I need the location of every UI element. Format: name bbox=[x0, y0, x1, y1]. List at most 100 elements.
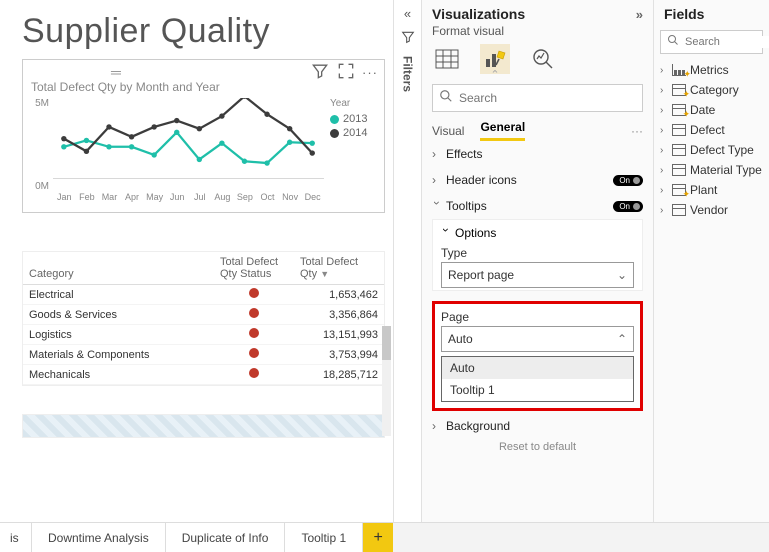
page-select-dropdown: Auto Tooltip 1 bbox=[441, 356, 634, 402]
field-table[interactable]: › ✦ Plant bbox=[660, 180, 763, 200]
x-tick: Sep bbox=[234, 192, 257, 206]
page-option[interactable]: Tooltip 1 bbox=[442, 379, 633, 401]
section-effects[interactable]: › Effects bbox=[422, 141, 653, 167]
type-select[interactable]: Report page⌄ bbox=[441, 262, 634, 288]
table-icon bbox=[672, 204, 686, 216]
chevron-right-icon: › bbox=[660, 205, 668, 216]
focus-mode-icon[interactable] bbox=[336, 61, 356, 84]
table-icon: ✦ bbox=[672, 104, 686, 116]
format-visual-label: Format visual bbox=[422, 24, 653, 42]
status-dot-icon bbox=[249, 328, 259, 338]
table-icon: ✦ bbox=[672, 184, 686, 196]
section-background[interactable]: › Background bbox=[422, 415, 653, 439]
field-label: Material Type bbox=[690, 163, 762, 177]
filter-icon[interactable] bbox=[310, 61, 330, 84]
field-table[interactable]: ›✦Date bbox=[660, 100, 763, 120]
tab-more-icon[interactable]: ··· bbox=[631, 124, 643, 138]
page-option[interactable]: Auto bbox=[442, 357, 633, 379]
x-tick: Aug bbox=[211, 192, 234, 206]
section-tooltips[interactable]: › Tooltips On bbox=[422, 193, 653, 219]
page-title: Supplier Quality bbox=[22, 12, 385, 51]
options-header[interactable]: ›Options bbox=[441, 226, 634, 240]
x-tick: Oct bbox=[256, 192, 279, 206]
analytics-icon[interactable] bbox=[528, 44, 558, 74]
status-dot-icon bbox=[249, 368, 259, 378]
page-tab[interactable]: Tooltip 1 bbox=[285, 523, 363, 552]
status-dot-icon bbox=[249, 288, 259, 298]
legend-item[interactable]: 2014 bbox=[330, 127, 378, 139]
field-table[interactable]: ›Defect bbox=[660, 120, 763, 140]
table-row[interactable]: Mechanicals18,285,712 bbox=[23, 365, 384, 385]
filters-pane-collapsed: « Filters bbox=[393, 0, 421, 522]
chevron-right-icon: › bbox=[660, 185, 668, 196]
visualizations-pane: Visualizations » Format visual ⌃ Visual … bbox=[421, 0, 653, 522]
page-tab[interactable]: Duplicate of Info bbox=[166, 523, 286, 552]
page-select-highlight: Page Auto⌃ Auto Tooltip 1 bbox=[432, 301, 643, 411]
col-status[interactable]: Total Defect Qty Status bbox=[214, 252, 294, 285]
table-row[interactable]: Logistics13,151,993 bbox=[23, 325, 384, 345]
table-icon bbox=[672, 124, 686, 136]
fields-pane: Fields ›✦Metrics›✦Category›✦Date›Defect›… bbox=[653, 0, 769, 522]
line-chart-visual[interactable]: ═ ··· Total Defect Qty by Month and Year… bbox=[22, 59, 385, 213]
format-search-input[interactable] bbox=[459, 91, 636, 105]
chevron-right-icon: › bbox=[432, 173, 442, 187]
page-select[interactable]: Auto⌃ bbox=[441, 326, 634, 352]
add-page-button[interactable]: + bbox=[363, 523, 393, 552]
sort-desc-icon: ▼ bbox=[320, 269, 329, 279]
field-table[interactable]: ›Defect Type bbox=[660, 140, 763, 160]
page-tab-bar: is Downtime Analysis Duplicate of Info T… bbox=[0, 522, 769, 552]
fields-search-input[interactable] bbox=[685, 36, 769, 48]
tab-general[interactable]: General bbox=[480, 120, 525, 141]
filters-label[interactable]: Filters bbox=[401, 56, 415, 92]
drag-handle-icon[interactable]: ═ bbox=[111, 64, 122, 80]
x-tick: Nov bbox=[279, 192, 302, 206]
caret-indicator-icon: ⌃ bbox=[490, 68, 499, 81]
page-tab[interactable]: is bbox=[0, 523, 32, 552]
col-qty[interactable]: Total Defect Qty ▼ bbox=[294, 252, 384, 285]
table-icon bbox=[672, 164, 686, 176]
section-header-icons[interactable]: › Header icons On bbox=[422, 167, 653, 193]
chevron-right-icon: › bbox=[660, 165, 668, 176]
more-options-icon[interactable]: ··· bbox=[362, 65, 378, 80]
table-visual[interactable]: Category Total Defect Qty Status Total D… bbox=[22, 251, 385, 386]
report-canvas: Supplier Quality ═ ··· Total Defect Qty … bbox=[0, 0, 393, 522]
scrollbar[interactable] bbox=[382, 326, 391, 436]
x-tick: Jul bbox=[188, 192, 211, 206]
field-table[interactable]: › ✦ Metrics bbox=[660, 60, 763, 80]
chart-icon: ✦ bbox=[672, 64, 686, 76]
table-row[interactable]: Electrical1,653,462 bbox=[23, 285, 384, 305]
chart-plot-area[interactable]: 5M 0M JanFebMarAprMayJunJulAugSepOctNovD… bbox=[29, 98, 324, 206]
x-tick: Jan bbox=[53, 192, 76, 206]
format-search[interactable] bbox=[432, 84, 643, 112]
map-visual[interactable] bbox=[22, 414, 385, 438]
table-row[interactable]: Materials & Components3,753,994 bbox=[23, 345, 384, 365]
reset-to-default[interactable]: Reset to default bbox=[422, 439, 653, 455]
field-table[interactable]: ›✦Category bbox=[660, 80, 763, 100]
field-label: Metrics bbox=[690, 63, 729, 77]
build-visual-icon[interactable] bbox=[432, 44, 462, 74]
filters-icon[interactable] bbox=[400, 29, 416, 48]
table-row[interactable]: Goods & Services3,356,864 bbox=[23, 305, 384, 325]
format-visual-icon[interactable]: ⌃ bbox=[480, 44, 510, 74]
chevron-right-icon: › bbox=[660, 65, 668, 76]
legend-item[interactable]: 2013 bbox=[330, 113, 378, 125]
field-label: Plant bbox=[690, 183, 717, 197]
col-category[interactable]: Category bbox=[23, 252, 214, 285]
fields-search[interactable] bbox=[660, 30, 763, 54]
fields-header: Fields bbox=[664, 6, 704, 22]
toggle-on[interactable]: On bbox=[613, 175, 643, 186]
page-tab[interactable]: Downtime Analysis bbox=[32, 523, 166, 552]
x-tick: Dec bbox=[301, 192, 324, 206]
tab-visual[interactable]: Visual bbox=[432, 124, 464, 138]
field-label: Defect Type bbox=[690, 143, 754, 157]
collapse-icon[interactable]: « bbox=[404, 6, 411, 21]
field-label: Category bbox=[690, 83, 739, 97]
field-label: Vendor bbox=[690, 203, 728, 217]
table-icon: ✦ bbox=[672, 84, 686, 96]
chevron-up-icon: ⌃ bbox=[617, 332, 627, 346]
expand-icon[interactable]: » bbox=[636, 7, 643, 22]
status-dot-icon bbox=[249, 308, 259, 318]
field-table[interactable]: › Material Type bbox=[660, 160, 763, 180]
toggle-on[interactable]: On bbox=[613, 201, 643, 212]
field-table[interactable]: › Vendor bbox=[660, 200, 763, 220]
